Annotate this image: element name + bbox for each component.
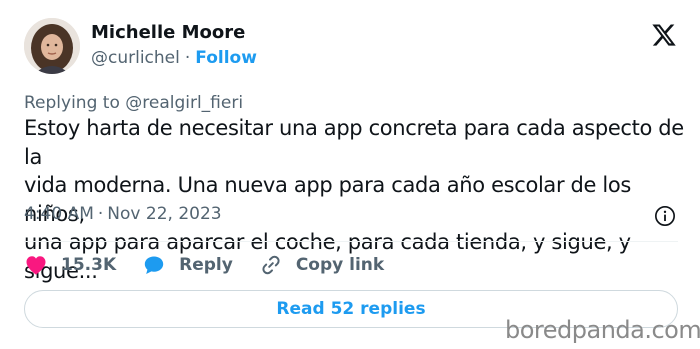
speech-bubble-icon (144, 256, 164, 274)
info-icon[interactable] (654, 205, 676, 227)
reply-button[interactable]: Reply (142, 253, 233, 277)
x-logo-icon[interactable] (651, 22, 677, 48)
user-handle[interactable]: @curlichel (91, 48, 180, 68)
reply-label: Reply (179, 255, 233, 275)
user-handle-line: @curlichel · Follow (91, 48, 257, 68)
heart-icon (26, 256, 46, 275)
action-bar: 15.3K Reply Copy link (24, 252, 410, 278)
timestamp[interactable]: 4:40 AM · Nov 22, 2023 (24, 204, 222, 224)
like-count: 15.3K (61, 255, 117, 275)
avatar[interactable] (24, 18, 80, 74)
tweet-date: Nov 22, 2023 (107, 204, 222, 224)
link-icon (262, 255, 280, 275)
copy-link-label: Copy link (295, 255, 385, 275)
follow-button[interactable]: Follow (195, 48, 257, 68)
like-button[interactable]: 15.3K (24, 253, 116, 277)
watermark: boredpanda.com (505, 316, 700, 344)
copy-link-button[interactable]: Copy link (259, 253, 384, 277)
read-replies-label: Read 52 replies (276, 299, 426, 319)
handle-separator: · (184, 48, 191, 68)
replying-to-text[interactable]: Replying to @realgirl_fieri (24, 93, 243, 113)
user-name[interactable]: Michelle Moore (91, 22, 245, 43)
tweet-time: 4:40 AM (24, 204, 94, 224)
divider (24, 241, 678, 242)
avatar-image (24, 18, 80, 74)
timestamp-separator: · (97, 204, 104, 224)
